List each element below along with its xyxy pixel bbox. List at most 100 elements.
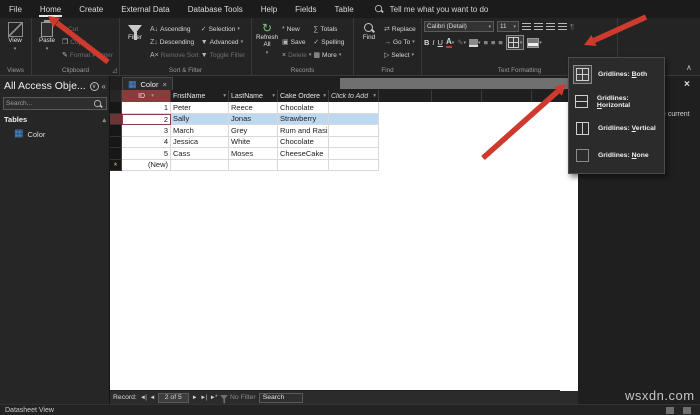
underline-button[interactable]: U [438, 38, 443, 47]
bullets-button[interactable] [522, 23, 531, 30]
button-more[interactable]: ▦More▾ [313, 49, 344, 61]
datasheet-view-icon[interactable] [666, 407, 674, 414]
cell[interactable]: Chocolate [278, 137, 329, 149]
pane-close-icon[interactable]: × [684, 79, 690, 90]
gridlines-button[interactable]: ▾ [506, 35, 525, 50]
font-color-button[interactable]: A▾ [446, 37, 454, 48]
nav-pane-search-input[interactable]: Search... [3, 97, 107, 110]
row-selector[interactable] [110, 102, 122, 114]
button-go-to[interactable]: →Go To▾ [384, 36, 416, 48]
button-copy[interactable]: ❐Copy [62, 36, 113, 48]
menu-item-gridlines-oth[interactable]: Gridlines: Both [569, 61, 664, 88]
cell[interactable] [278, 160, 329, 172]
next-record-button[interactable]: ► [192, 395, 197, 401]
row-selector[interactable] [110, 114, 122, 126]
button-refresh-all[interactable]: ↻Refresh All▾ [254, 20, 280, 56]
button-select[interactable]: ▷Select▾ [384, 49, 416, 61]
cell[interactable]: 5 [122, 148, 171, 160]
cell-click-to-add[interactable] [329, 125, 379, 137]
cell-new[interactable]: (New) [122, 160, 171, 172]
button-new[interactable]: *New [282, 23, 311, 35]
cell[interactable]: March [171, 125, 229, 137]
paragraph-marks-button[interactable]: ¶ [570, 22, 574, 31]
cell[interactable]: Peter [171, 102, 229, 114]
ribbon-tab-create[interactable]: Create [70, 0, 112, 18]
align-center-button[interactable]: ≡ [491, 38, 495, 47]
menu-item-gridlines-one[interactable]: Gridlines: None [569, 142, 664, 169]
button-totals[interactable]: ∑Totals [313, 23, 344, 35]
cell[interactable]: CheeseCake [278, 148, 329, 160]
dialog-launcher-icon[interactable]: ◿ [112, 67, 117, 74]
row-selector[interactable] [110, 148, 122, 160]
previous-record-button[interactable]: ◄ [149, 395, 154, 401]
button-advanced[interactable]: ▼Advanced▾ [201, 36, 245, 48]
cell[interactable]: Jessica [171, 137, 229, 149]
column-header-cake-ordere[interactable]: Cake Ordere▾ [278, 90, 329, 102]
design-view-icon[interactable] [683, 407, 691, 414]
background-color-button[interactable]: ▾ [469, 39, 481, 47]
first-record-button[interactable]: ◄| [140, 395, 147, 401]
highlight-color-button[interactable]: ✎▾ [457, 38, 466, 47]
record-search-input[interactable]: Search [259, 393, 303, 403]
column-header-lastname[interactable]: LastName▾ [229, 90, 278, 102]
font-size-combobox[interactable]: 11 ▾ [497, 21, 519, 32]
button-filter[interactable]: Filter [122, 20, 148, 42]
ribbon-tab-file[interactable]: File [0, 0, 31, 18]
close-icon[interactable]: × [162, 80, 166, 89]
decrease-indent-button[interactable] [546, 23, 555, 30]
column-header-fristname[interactable]: FristName▾ [171, 90, 229, 102]
column-header-id[interactable]: ID▾ [122, 90, 171, 102]
cell[interactable]: Sally [171, 114, 229, 126]
menu-item-gridlines-ertical[interactable]: Gridlines: Vertical [569, 115, 664, 142]
ribbon-tab-fields[interactable]: Fields [286, 0, 325, 18]
cell[interactable]: Strawberry [278, 114, 329, 126]
record-position-box[interactable]: 2 of 5 [158, 393, 189, 403]
button-view[interactable]: View▾ [2, 20, 28, 52]
cell[interactable]: Grey [229, 125, 278, 137]
document-tab-color[interactable]: ▦ Color × [122, 77, 173, 90]
cell-click-to-add[interactable] [329, 137, 379, 149]
button-find[interactable]: Find [356, 20, 382, 42]
filter-indicator[interactable]: No Filter [220, 393, 256, 402]
cell[interactable]: 4 [122, 137, 171, 149]
button-spelling[interactable]: ✓Spelling [313, 36, 344, 48]
last-record-button[interactable]: ►| [200, 395, 207, 401]
numbering-button[interactable] [534, 23, 543, 30]
align-left-button[interactable]: ≡ [484, 38, 488, 47]
column-header-click-to-add[interactable]: Click to Add▾ [329, 90, 379, 102]
increase-indent-button[interactable] [558, 23, 567, 30]
ribbon-tab-home[interactable]: Home [31, 0, 70, 18]
ribbon-tab-external-data[interactable]: External Data [112, 0, 178, 18]
ribbon-tab-database-tools[interactable]: Database Tools [179, 0, 252, 18]
cell[interactable]: White [229, 137, 278, 149]
cell[interactable] [329, 160, 379, 172]
ribbon-tab-table[interactable]: Table [326, 0, 363, 18]
button-selection[interactable]: ✓Selection▾ [201, 23, 245, 35]
cell-click-to-add[interactable] [329, 102, 379, 114]
button-descending[interactable]: Z↓Descending [150, 36, 199, 48]
cell-click-to-add[interactable] [329, 114, 379, 126]
alternate-row-color-button[interactable]: ▾ [527, 38, 542, 48]
cell[interactable]: 1 [122, 102, 171, 114]
cell[interactable]: Reece [229, 102, 278, 114]
shutter-close-icon[interactable]: « [102, 82, 106, 91]
cell[interactable]: 3 [122, 125, 171, 137]
nav-pane-menu-icon[interactable]: ∨ [90, 82, 99, 91]
button-remove-sort[interactable]: A×Remove Sort [150, 49, 199, 61]
button-save[interactable]: ▣Save [282, 36, 311, 48]
nav-group-tables[interactable]: Tables ▴ [4, 115, 106, 124]
button-ascending[interactable]: A↓Ascending [150, 23, 199, 35]
cell[interactable]: Jonas [229, 114, 278, 126]
ribbon-tab-help[interactable]: Help [252, 0, 286, 18]
cell[interactable]: Cass [171, 148, 229, 160]
button-cut[interactable]: ×Cut [62, 23, 113, 35]
select-all-cell[interactable] [110, 90, 122, 102]
new-record-button[interactable]: ►* [210, 395, 217, 401]
nav-item-color-table[interactable]: ▦ Color [14, 129, 45, 139]
menu-item-gridlines-orizontal[interactable]: Gridlines: Horizontal [569, 88, 664, 115]
cell[interactable] [229, 160, 278, 172]
button-replace[interactable]: ⇄Replace [384, 23, 416, 35]
align-right-button[interactable]: ≡ [498, 38, 502, 47]
cell-click-to-add[interactable] [329, 148, 379, 160]
tell-me-box[interactable]: Tell me what you want to do [373, 3, 489, 15]
